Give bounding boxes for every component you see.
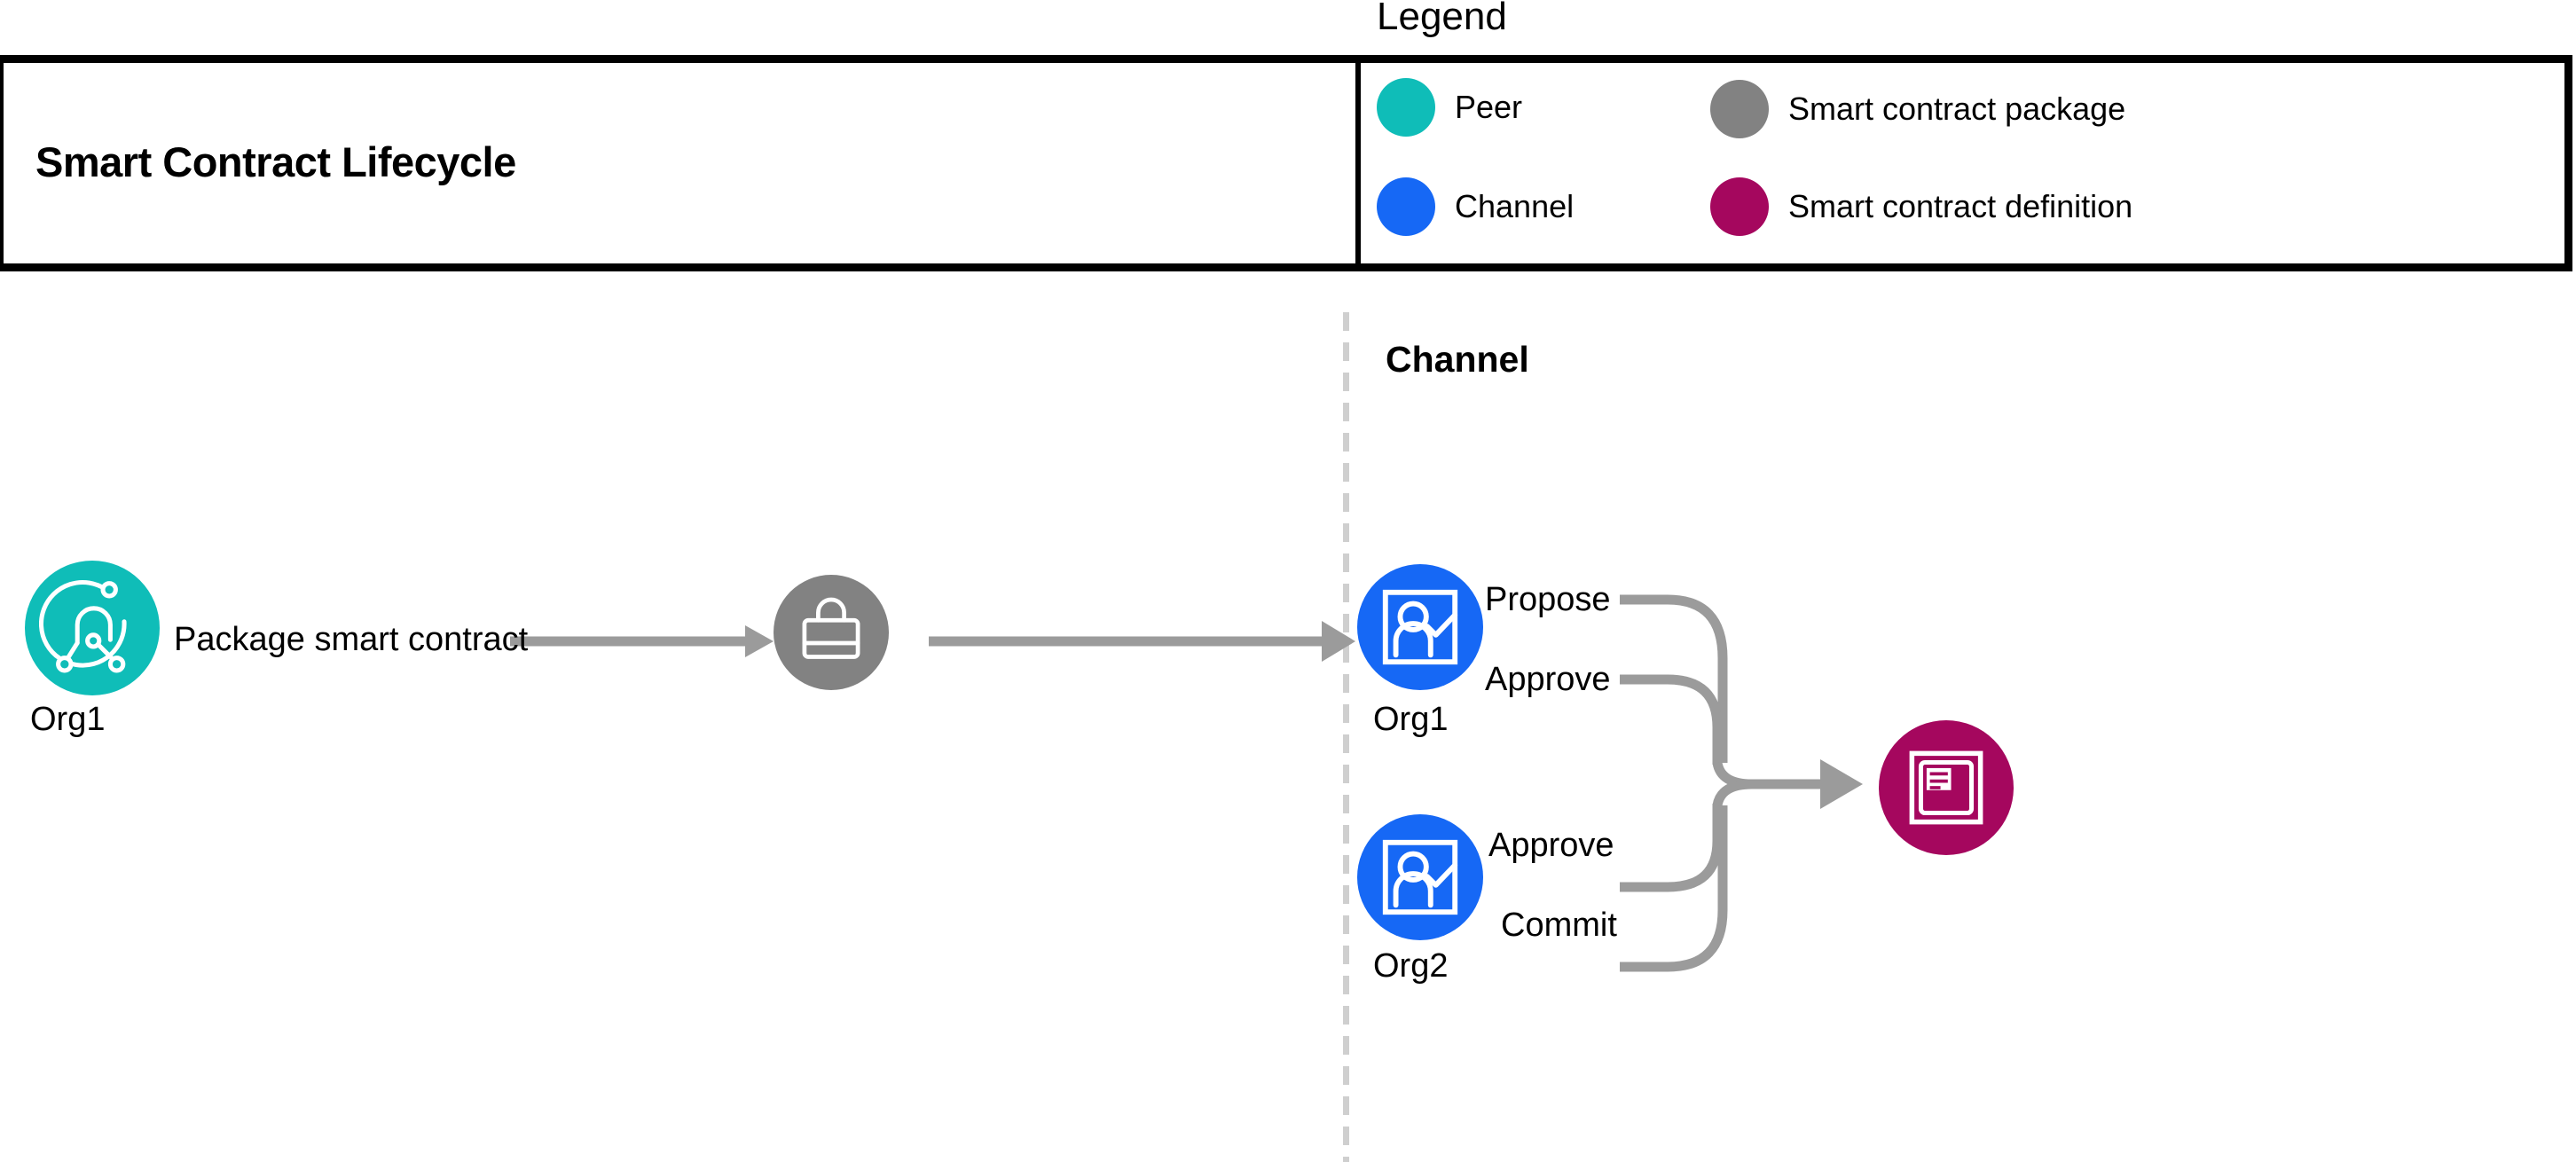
channel-label: Channel — [1386, 339, 1529, 380]
peer-circle-swatch — [1377, 78, 1435, 137]
channel-boundary-divider — [1343, 312, 1349, 1162]
curve-approve-org2 — [1620, 804, 1723, 892]
legend-item-smart-contract-definition: Smart contract definition — [1710, 177, 2132, 236]
legend-item-peer: Peer — [1377, 78, 1522, 137]
person-check-icon — [1382, 589, 1458, 665]
curve-commit — [1620, 805, 1728, 972]
curve-propose — [1620, 594, 1728, 763]
node-org1-channel-peer[interactable] — [1357, 564, 1483, 690]
flow-label-commit: Commit — [1501, 907, 1617, 944]
peer-node-icon — [39, 579, 127, 673]
connector-curves — [1620, 594, 1823, 972]
arrow-peer-to-package — [510, 625, 774, 657]
node-org1-peer[interactable] — [25, 561, 160, 695]
arrow-package-to-channel — [929, 621, 1355, 662]
node-smart-contract-package[interactable] — [774, 575, 889, 690]
legend-item-channel: Channel — [1377, 177, 1574, 236]
diagram-canvas: Legend Smart Contract Lifecycle Peer Cha… — [0, 0, 2576, 1162]
node-caption-org1-peer: Org1 — [30, 701, 106, 738]
node-org2-channel-peer[interactable] — [1357, 814, 1483, 940]
header-table-divider — [1355, 55, 1361, 271]
legend-item-label: Channel — [1455, 188, 1575, 224]
channel-circle-swatch — [1377, 177, 1435, 236]
definition-circle-swatch — [1710, 177, 1769, 236]
package-circle-swatch — [1710, 80, 1769, 138]
node-caption-org2-channel: Org2 — [1373, 947, 1449, 985]
flow-label-approve-org2: Approve — [1488, 827, 1614, 864]
briefcase-icon — [802, 597, 860, 659]
legend-item-label: Smart contract definition — [1788, 188, 2133, 224]
curve-merge-top — [1712, 761, 1823, 789]
contract-document-icon — [1909, 750, 1983, 825]
page-title: Smart Contract Lifecycle — [35, 138, 516, 185]
arrowhead-to-definition — [1820, 759, 1863, 809]
flow-label-propose: Propose — [1485, 581, 1611, 618]
curve-approve-org1 — [1620, 674, 1723, 765]
legend-item-label: Peer — [1455, 89, 1523, 125]
curve-merge-bottom — [1712, 779, 1753, 807]
node-smart-contract-definition[interactable] — [1879, 720, 2014, 855]
flow-label-package-smart-contract: Package smart contract — [174, 621, 529, 658]
legend-item-smart-contract-package: Smart contract package — [1710, 80, 2125, 138]
legend-title: Legend — [1377, 0, 1507, 38]
node-caption-org1-channel: Org1 — [1373, 701, 1449, 738]
flow-label-approve-org1: Approve — [1485, 661, 1611, 698]
person-check-icon — [1382, 839, 1458, 915]
legend-item-label: Smart contract package — [1788, 90, 2126, 127]
